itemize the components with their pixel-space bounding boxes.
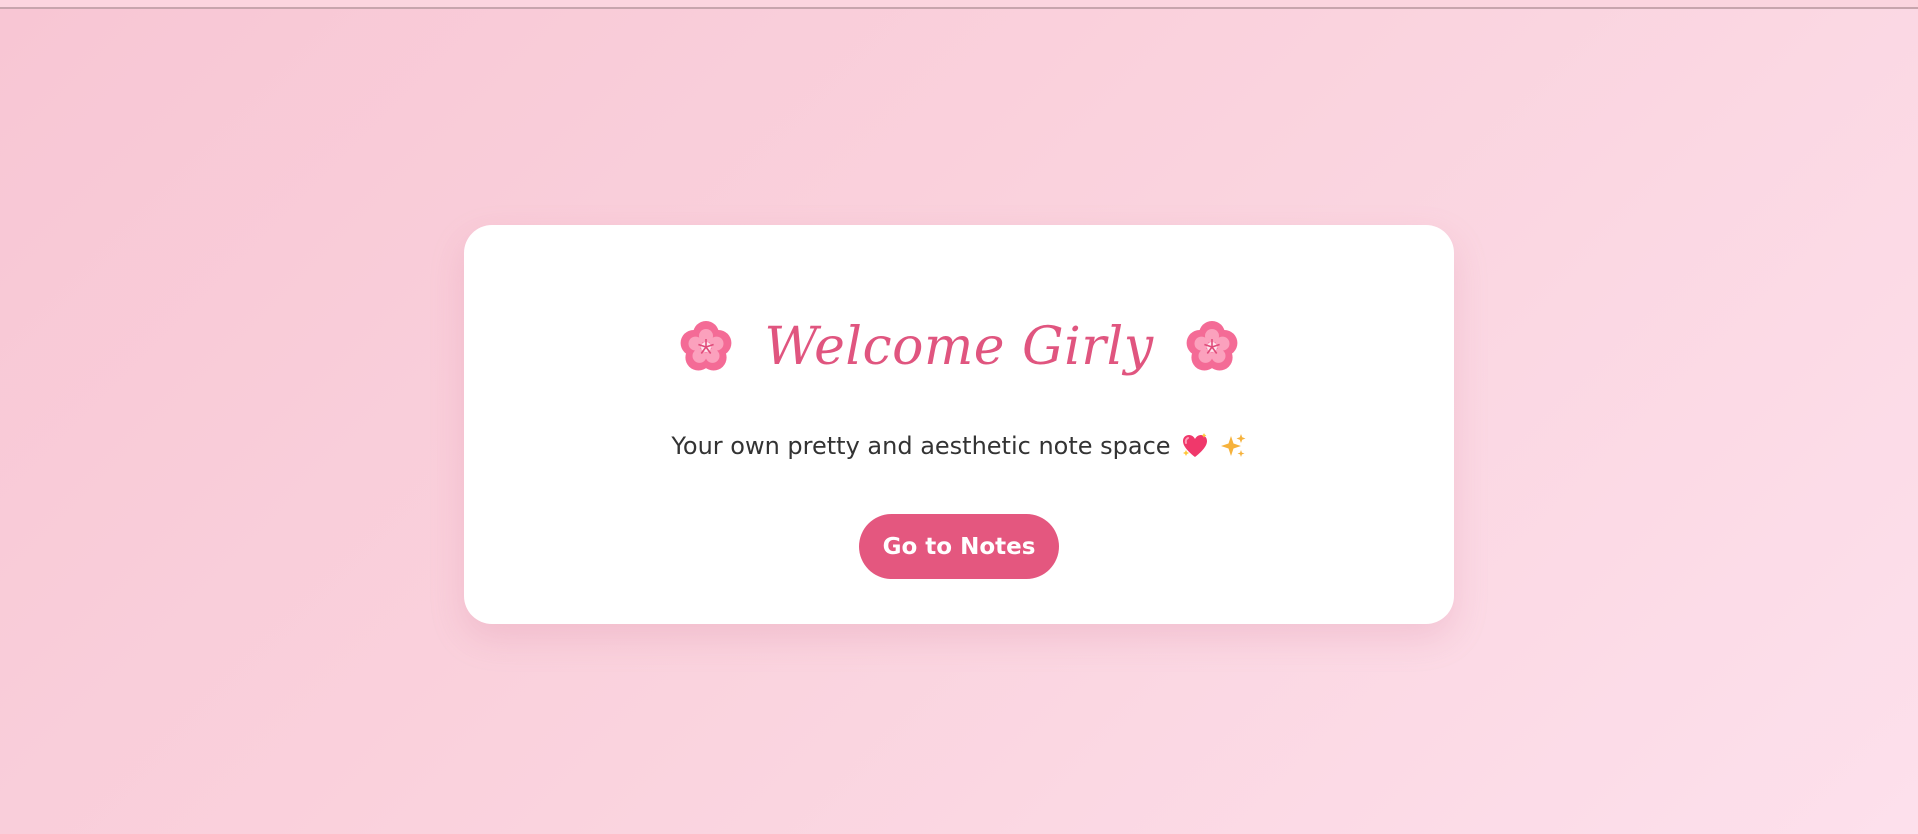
- subtitle-text: Your own pretty and aesthetic note space: [671, 432, 1171, 460]
- cherry-blossom-icon: [681, 321, 732, 371]
- sparkling-heart-icon: [1182, 433, 1207, 457]
- sparkles-icon: [1220, 434, 1246, 457]
- welcome-heading: Welcome Girly: [464, 315, 1454, 379]
- browser-top-edge: [0, 0, 1918, 9]
- welcome-subtitle: Your own pretty and aesthetic note space: [464, 432, 1454, 460]
- welcome-card: Welcome Girly Your own pretty and aesthe…: [464, 225, 1454, 624]
- go-to-notes-button[interactable]: Go to Notes: [859, 514, 1059, 579]
- welcome-title: Welcome Girly: [764, 317, 1154, 377]
- cherry-blossom-icon: [1186, 321, 1237, 371]
